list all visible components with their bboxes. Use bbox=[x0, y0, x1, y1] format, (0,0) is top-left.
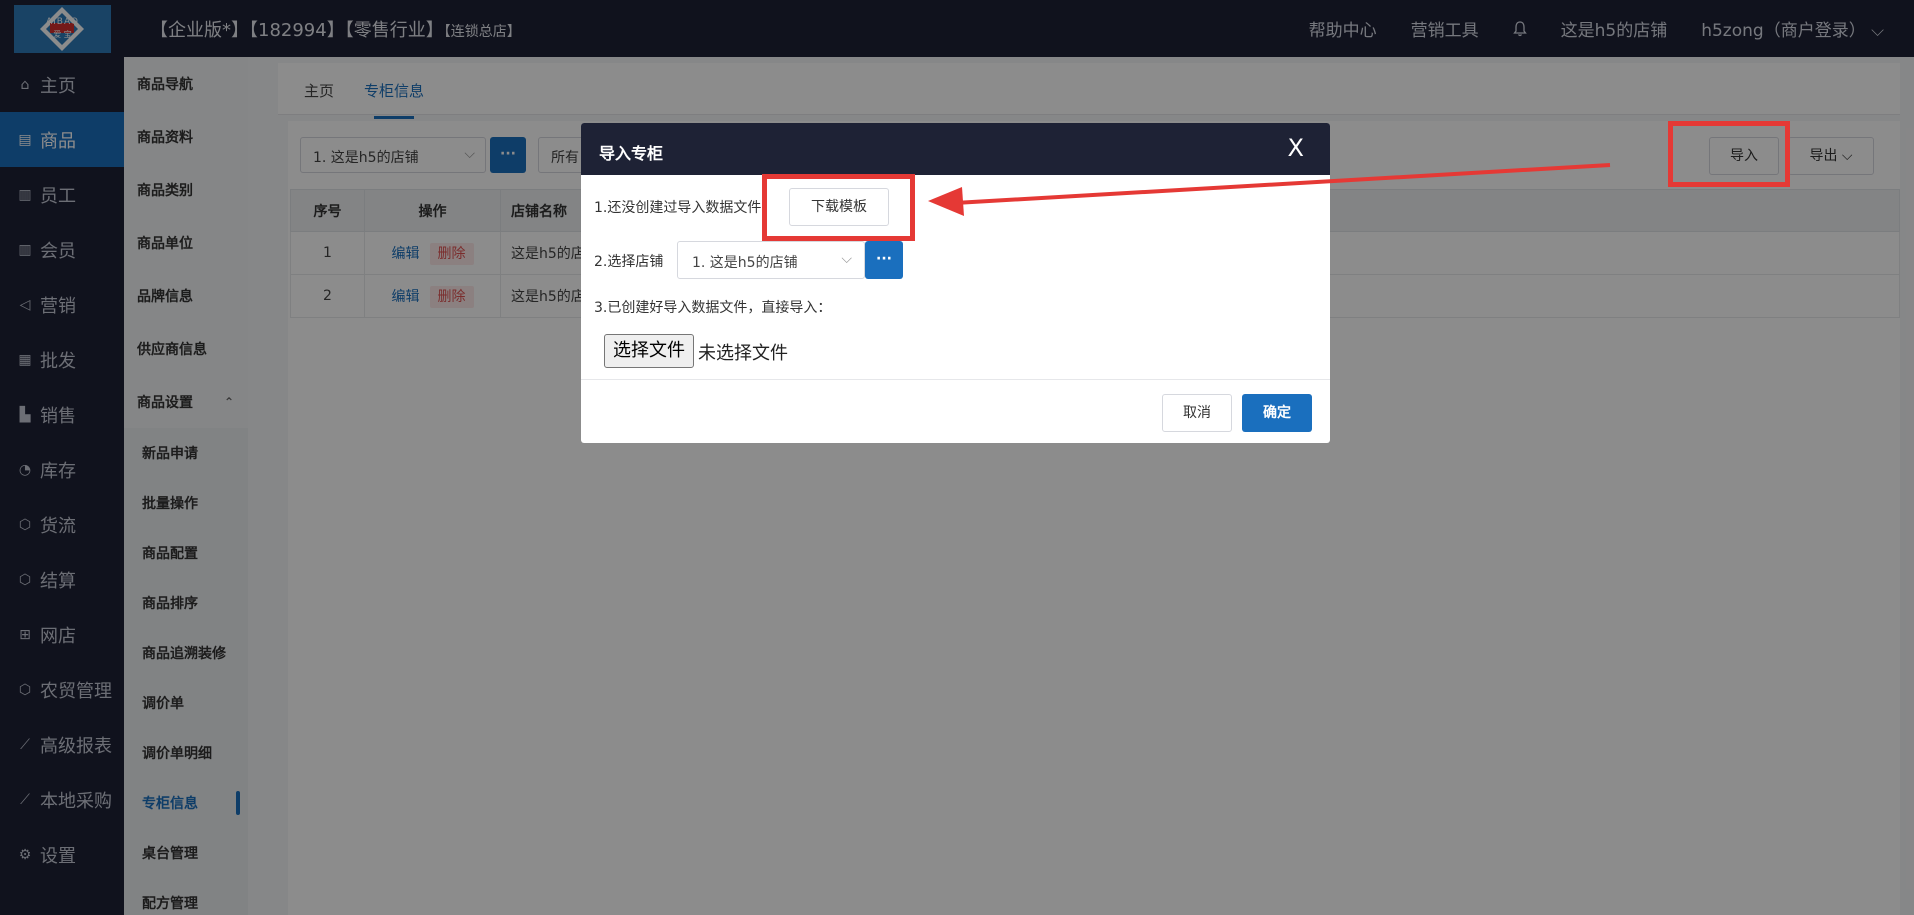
dialog-footer: 取消 确定 bbox=[581, 379, 1330, 443]
step1-label: 1.还没创建过导入数据文件， bbox=[594, 200, 776, 216]
step2-label: 2.选择店铺 bbox=[594, 254, 664, 270]
dialog-header: 导入专柜 X bbox=[581, 123, 1330, 175]
dialog-store-select-value: 1. 这是h5的店铺 bbox=[692, 255, 798, 271]
step3-label: 3.已创建好导入数据文件，直接导入： bbox=[594, 300, 832, 316]
choose-file-button[interactable]: 选择文件 bbox=[604, 334, 694, 368]
import-highlight-box bbox=[1668, 121, 1790, 187]
dialog-store-select[interactable]: 1. 这是h5的店铺 ⌵ bbox=[677, 241, 865, 279]
import-counter-dialog: 导入专柜 X 1.还没创建过导入数据文件， 下载模板 2.选择店铺 1. 这是h… bbox=[581, 123, 1330, 443]
download-highlight-box bbox=[762, 174, 915, 241]
cancel-button[interactable]: 取消 bbox=[1162, 394, 1232, 432]
dialog-title: 导入专柜 bbox=[599, 144, 664, 163]
no-file-text: 未选择文件 bbox=[698, 343, 788, 364]
close-icon[interactable]: X bbox=[1288, 135, 1304, 161]
confirm-button[interactable]: 确定 bbox=[1242, 394, 1312, 432]
dialog-store-picker-button[interactable]: ··· bbox=[865, 241, 903, 279]
chevron-down-icon: ⌵ bbox=[841, 251, 852, 267]
